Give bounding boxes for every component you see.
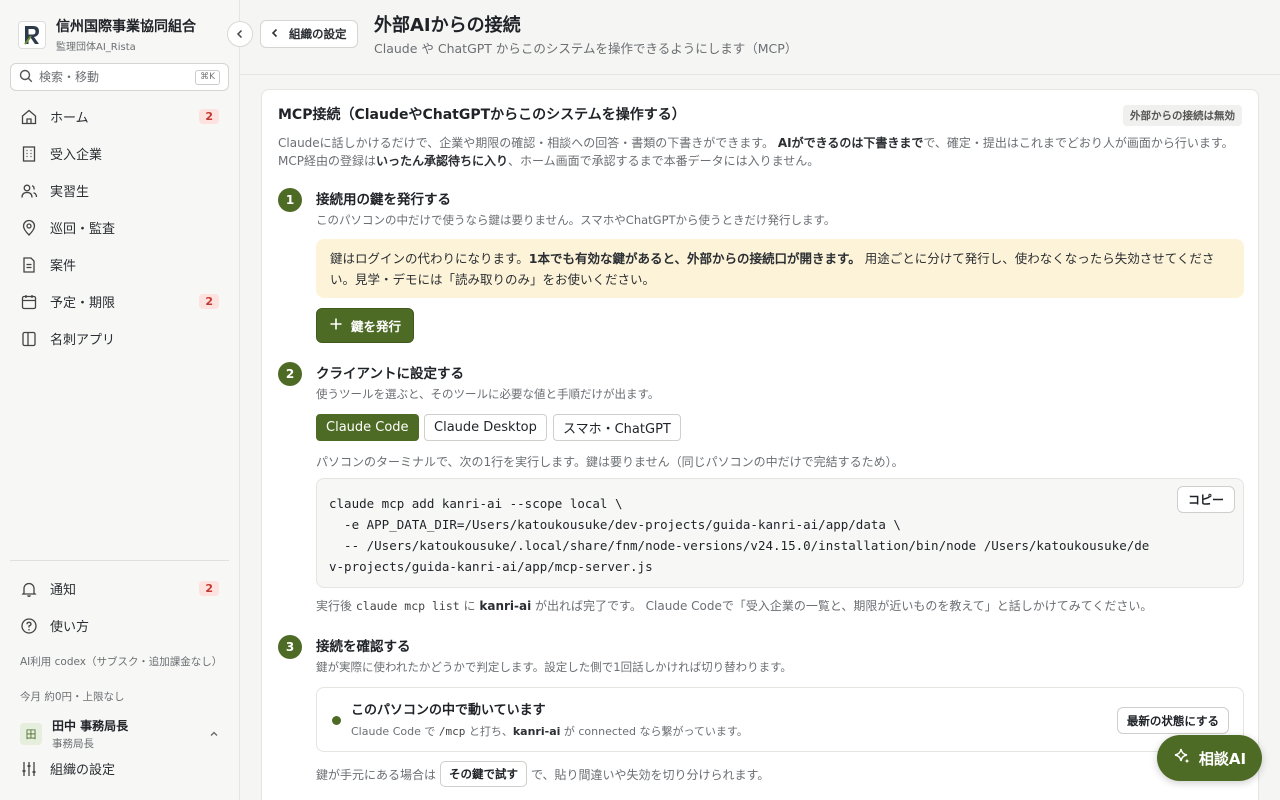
command-code[interactable]: claude mcp add kanri-ai --scope local \ … [329, 493, 1149, 577]
sidebar-divider [10, 560, 229, 561]
calendar-icon [20, 293, 38, 311]
search-shortcut: ⌘K [195, 69, 220, 85]
card-intro: Claudeに話しかけるだけで、企業や期限の確認・相談への回答・書類の下書きがで… [278, 136, 1234, 168]
avatar: 田 [20, 723, 42, 745]
brand-logo [18, 20, 46, 49]
status-badge: 外部からの接続は無効 [1123, 105, 1242, 126]
nav-item-business-cards[interactable]: 名刺アプリ [10, 320, 229, 357]
test-key-row: 鍵が手元にある場合は その鍵で試す で、貼り間違いや失効を切り分けられます。 [316, 761, 769, 787]
nav-item-companies[interactable]: 受入企業 [10, 135, 229, 172]
tab-mobile-chatgpt[interactable]: スマホ・ChatGPT [553, 414, 681, 441]
after-run-note: 実行後 claude mcp list に kanri-ai が出れば完了です。… [316, 599, 1153, 613]
nav-label: 受入企業 [50, 148, 103, 163]
help-icon [20, 617, 38, 635]
building-icon [20, 145, 38, 163]
chevron-left-icon [234, 25, 246, 44]
code-block: claude mcp add kanri-ai --scope local \ … [316, 478, 1244, 588]
step-number: 2 [278, 362, 302, 386]
card-icon [20, 330, 38, 348]
chevron-up-icon [208, 725, 220, 744]
step-description: このパソコンの中だけで使うなら鍵は要りません。スマホやChatGPTから使うとき… [316, 213, 836, 227]
bell-icon [20, 580, 38, 598]
user-role: 事務局長 [52, 738, 94, 750]
page-header: 組織の設定 外部AIからの接続 Claude や ChatGPT からこのシステ… [240, 0, 1280, 75]
brand-name: 信州国際事業協同組合 [56, 19, 196, 35]
key-warning: 鍵はログインの代わりになります。1本でも有効な鍵があると、外部からの接続口が開き… [316, 239, 1244, 298]
step-title: 接続を確認する [316, 639, 411, 655]
step-number: 3 [278, 635, 302, 659]
nav-badge: 2 [199, 294, 219, 309]
step-title: クライアントに設定する [316, 366, 464, 382]
nav-label: 通知 [50, 583, 77, 598]
org-settings: 組織の設定 [10, 750, 229, 787]
users-icon [20, 182, 38, 200]
page-title: 外部AIからの接続 [374, 15, 521, 36]
connection-status-box: このパソコンの中で動いています Claude Code で /mcp と打ち、k… [316, 687, 1244, 752]
brand-subtitle: 監理団体AI_Rista [56, 42, 136, 53]
nav-item-cases[interactable]: 案件 [10, 246, 229, 283]
nav-label: 使い方 [50, 620, 90, 635]
nav-label: ホーム [50, 111, 89, 126]
nav-item-schedule[interactable]: 予定・期限 2 [10, 283, 229, 320]
user-menu[interactable]: 田 田中 事務局長 事務局長 [20, 717, 220, 751]
search-input[interactable] [39, 70, 190, 84]
sliders-icon [20, 760, 38, 778]
nav-label: 案件 [50, 259, 77, 274]
nav-item-trainees[interactable]: 実習生 [10, 172, 229, 209]
copy-button[interactable]: コピー [1176, 486, 1235, 513]
nav-item-visits[interactable]: 巡回・監査 [10, 209, 229, 246]
ai-consult-button[interactable]: 相談AI [1157, 735, 1262, 781]
tab-claude-desktop[interactable]: Claude Desktop [424, 414, 547, 441]
ai-consult-label: 相談AI [1198, 749, 1247, 768]
nav-label: 実習生 [50, 185, 90, 200]
mcp-card: MCP接続（ClaudeやChatGPTからこのシステムを操作する） 外部からの… [261, 89, 1259, 800]
client-instruction: パソコンのターミナルで、次の1行を実行します。鍵は要りません（同じパソコンの中だ… [316, 455, 904, 469]
brand[interactable]: 信州国際事業協同組合 監理団体AI_Rista [18, 16, 196, 53]
ai-usage-plan: AI利用 codex（サブスク・追加課金なし） [20, 656, 223, 668]
connection-status-title: このパソコンの中で動いています [351, 703, 546, 718]
search-box[interactable]: ⌘K [10, 63, 229, 91]
map-pin-icon [20, 219, 38, 237]
ai-usage-quota: 今月 約0円・上限なし [20, 691, 125, 703]
nav-badge: 2 [199, 109, 219, 124]
sparkle-icon [1173, 747, 1191, 769]
back-button-label: 組織の設定 [289, 27, 347, 41]
main-nav: ホーム 2 受入企業 実習生 巡回・監査 案件 予定・期限 2 名刺アプリ [10, 98, 229, 357]
nav-item-home[interactable]: ホーム 2 [10, 98, 229, 135]
nav-label: 予定・期限 [50, 296, 116, 311]
step-title: 接続用の鍵を発行する [316, 192, 451, 208]
nav-label: 名刺アプリ [50, 333, 116, 348]
nav-item-org-settings[interactable]: 組織の設定 [10, 750, 229, 787]
nav-label: 組織の設定 [50, 763, 116, 778]
collapse-sidebar-button[interactable] [227, 21, 253, 47]
test-key-button[interactable]: その鍵で試す [440, 761, 528, 787]
search-icon [19, 68, 33, 87]
nav-item-help[interactable]: 使い方 [10, 607, 229, 644]
plus-icon [329, 317, 343, 334]
step-description: 鍵が実際に使われたかどうかで判定します。設定した側で1回話しかければ切り替わりま… [316, 660, 792, 674]
nav-item-notifications[interactable]: 通知 2 [10, 570, 229, 607]
step-number: 1 [278, 188, 302, 212]
issue-key-button[interactable]: 鍵を発行 [316, 308, 415, 343]
chevron-left-icon [269, 27, 281, 42]
nav-badge: 2 [199, 581, 219, 596]
status-dot [332, 716, 341, 725]
tab-claude-code[interactable]: Claude Code [316, 414, 419, 441]
document-icon [20, 256, 38, 274]
user-name: 田中 事務局長 [52, 719, 129, 733]
page-subtitle: Claude や ChatGPT からこのシステムを操作できるようにします（MC… [374, 41, 798, 56]
bottom-nav: 通知 2 使い方 [10, 570, 229, 644]
connection-status-desc: Claude Code で /mcp と打ち、kanri-ai が connec… [351, 725, 748, 738]
sidebar: 信州国際事業協同組合 監理団体AI_Rista ⌘K ホーム 2 受入企業 実習… [0, 0, 240, 800]
nav-label: 巡回・監査 [50, 222, 116, 237]
back-button[interactable]: 組織の設定 [260, 20, 358, 48]
card-title: MCP接続（ClaudeやChatGPTからこのシステムを操作する） [278, 107, 686, 123]
home-icon [20, 108, 38, 126]
step-description: 使うツールを選ぶと、そのツールに必要な値と手順だけが出ます。 [316, 387, 660, 401]
refresh-status-button[interactable]: 最新の状態にする [1116, 707, 1229, 734]
issue-key-label: 鍵を発行 [351, 319, 402, 334]
